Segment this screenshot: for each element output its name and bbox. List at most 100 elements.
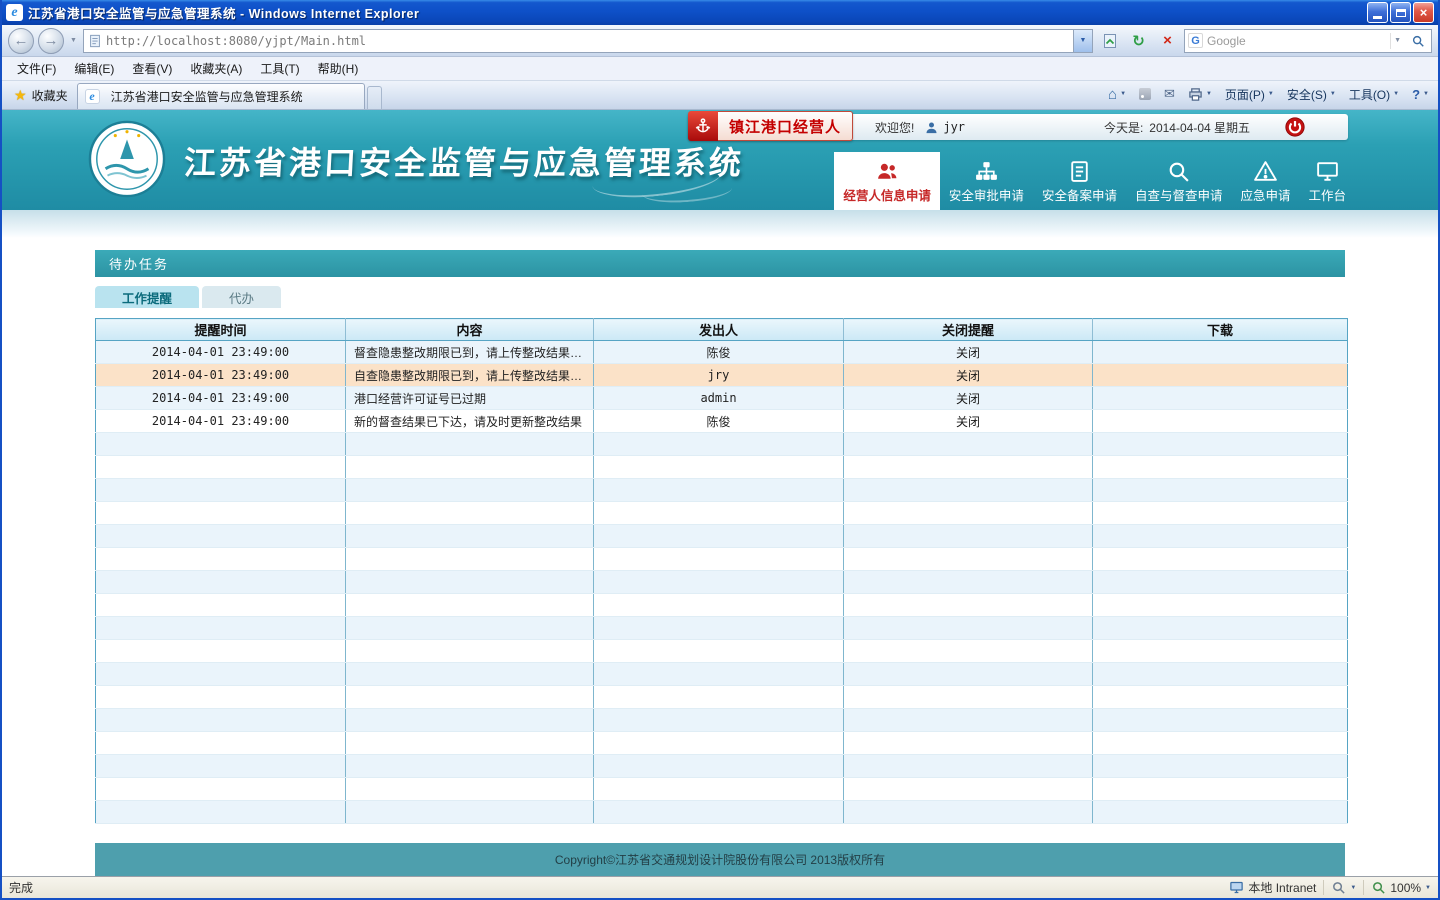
task-row-empty [96,525,1348,548]
menu-favorites[interactable]: 收藏夹(A) [181,57,251,80]
nav-label: 经营人信息申请 [843,185,931,204]
page-zoom-menu[interactable]: ▼ [1331,880,1356,895]
security-zone: 本地 Intranet [1229,879,1316,896]
menu-view[interactable]: 查看(V) [123,57,181,80]
task-row-empty [96,709,1348,732]
search-box[interactable]: G Google ▼ [1184,29,1432,53]
restore-button[interactable] [1390,2,1411,23]
nav-safety-record[interactable]: 安全备案申请 [1033,152,1126,210]
intranet-zone-icon [1229,880,1244,895]
task-row-empty [96,502,1348,525]
main-navigation: 经营人信息申请 安全审批申请 安全备案申请 自查与督查申请 应急申请 [834,152,1355,210]
site-header: 江苏省港口安全监管与应急管理系统 镇江港口经营人 欢迎您! jyr 今天是: 2… [2,110,1438,210]
statusbar-separator [1363,880,1364,895]
page-footer: Copyright©江苏省交通规划设计院股份有限公司 2013版权所有 [95,843,1345,876]
recent-pages-dropdown[interactable]: ▼ [68,37,79,44]
feeds-button[interactable] [1133,83,1157,106]
zoom-level-control[interactable]: 100% ▼ [1371,880,1431,895]
home-button[interactable]: ⌂ ▼ [1102,83,1132,106]
star-icon: ★ [14,87,27,104]
task-row-empty [96,548,1348,571]
task-tabs: 工作提醒 代办 [95,286,1345,308]
caret-icon: ▼ [1350,885,1356,891]
menu-tools[interactable]: 工具(T) [251,57,308,80]
task-row-empty [96,732,1348,755]
status-text: 完成 [9,879,33,896]
safety-menu[interactable]: 安全(S) ▼ [1281,83,1342,106]
close-reminder-button[interactable]: 关闭 [956,369,980,383]
new-tab-stub[interactable] [367,86,382,109]
menu-edit[interactable]: 编辑(E) [65,57,123,80]
page-menu[interactable]: 页面(P) ▼ [1219,83,1280,106]
ie-tab-icon: e [85,89,100,104]
nav-operator-info[interactable]: 经营人信息申请 [834,152,940,210]
status-bar-right: 本地 Intranet ▼ 100% ▼ [1229,879,1431,896]
table-header-row: 提醒时间 内容 发出人 关闭提醒 下载 [96,319,1348,341]
caret-icon: ▼ [1423,91,1429,97]
task-row-empty [96,479,1348,502]
address-dropdown[interactable]: ▼ [1073,30,1092,52]
command-bar: ⌂ ▼ ✉ ▼ 页面(P) ▼ 安全(S) ▼ 工具(O) [1102,81,1435,109]
nav-safety-approval[interactable]: 安全审批申请 [940,152,1033,210]
close-button[interactable]: × [1413,2,1434,23]
statusbar-separator [1323,880,1324,895]
address-input[interactable] [106,34,1069,48]
close-reminder-button[interactable]: 关闭 [956,346,980,360]
help-menu[interactable]: ? ▼ [1406,83,1435,106]
favorites-button[interactable]: ★ 收藏夹 [5,83,77,107]
task-row-empty [96,617,1348,640]
stop-button[interactable]: × [1155,29,1180,53]
forward-button[interactable]: → [38,28,64,54]
task-row-empty [96,778,1348,801]
nav-label: 应急申请 [1240,185,1290,204]
col-header-content: 内容 [346,319,594,341]
tab-pending[interactable]: 代办 [202,286,281,308]
tools-menu-label: 工具(O) [1349,86,1390,103]
home-icon: ⌂ [1108,86,1117,103]
username: jyr [943,120,965,134]
tab-work-reminders[interactable]: 工作提醒 [95,286,199,308]
caret-icon: ▼ [1393,91,1399,97]
minimize-button[interactable] [1367,2,1388,23]
document-icon [1067,159,1092,184]
nav-emergency[interactable]: 应急申请 [1231,152,1299,210]
close-reminder-button[interactable]: 关闭 [956,392,980,406]
navigation-toolbar: ← → ▼ ▼ ↻ × G Google ▼ [2,25,1438,57]
logout-button[interactable] [1284,116,1306,138]
welcome-label: 欢迎您! [875,119,914,136]
nav-label: 自查与督查申请 [1135,185,1223,204]
safety-menu-label: 安全(S) [1287,86,1327,103]
search-provider-dropdown[interactable]: ▼ [1390,33,1404,49]
help-icon: ? [1412,87,1420,102]
search-icon[interactable] [1408,34,1428,48]
compatibility-view-button[interactable] [1097,29,1122,53]
nav-workbench[interactable]: 工作台 [1299,152,1355,210]
user-avatar-icon [924,120,939,135]
refresh-button[interactable]: ↻ [1126,29,1151,53]
caret-icon: ▼ [1330,91,1336,97]
read-mail-button[interactable]: ✉ [1158,83,1181,106]
workbench-monitor-icon [1315,159,1340,184]
menu-file[interactable]: 文件(F) [8,57,65,80]
window-controls: × [1367,2,1434,23]
anchor-icon [688,111,718,141]
address-bar[interactable]: ▼ [83,29,1093,53]
print-button[interactable]: ▼ [1182,83,1218,106]
search-input[interactable]: Google [1207,34,1386,48]
tools-menu[interactable]: 工具(O) ▼ [1343,83,1405,106]
nav-inspection[interactable]: 自查与督查申请 [1126,152,1232,210]
site-logo [88,120,166,198]
restore-icon [1396,9,1406,17]
menu-help[interactable]: 帮助(H) [309,57,368,80]
caret-icon: ▼ [1268,91,1274,97]
main-content: 待办任务 工作提醒 代办 提醒时间 内容 发出人 关闭提醒 下载 [2,238,1438,876]
task-row-empty [96,594,1348,617]
page-menu-label: 页面(P) [1225,86,1265,103]
browser-window: e 江苏省港口安全监管与应急管理系统 - Windows Internet Ex… [0,0,1440,900]
browser-tab[interactable]: e 江苏省港口安全监管与应急管理系统 [77,83,365,109]
zoom-level: 100% [1390,881,1421,895]
close-reminder-button[interactable]: 关闭 [956,415,980,429]
task-row-empty [96,571,1348,594]
back-button[interactable]: ← [8,28,34,54]
task-row-empty [96,755,1348,778]
